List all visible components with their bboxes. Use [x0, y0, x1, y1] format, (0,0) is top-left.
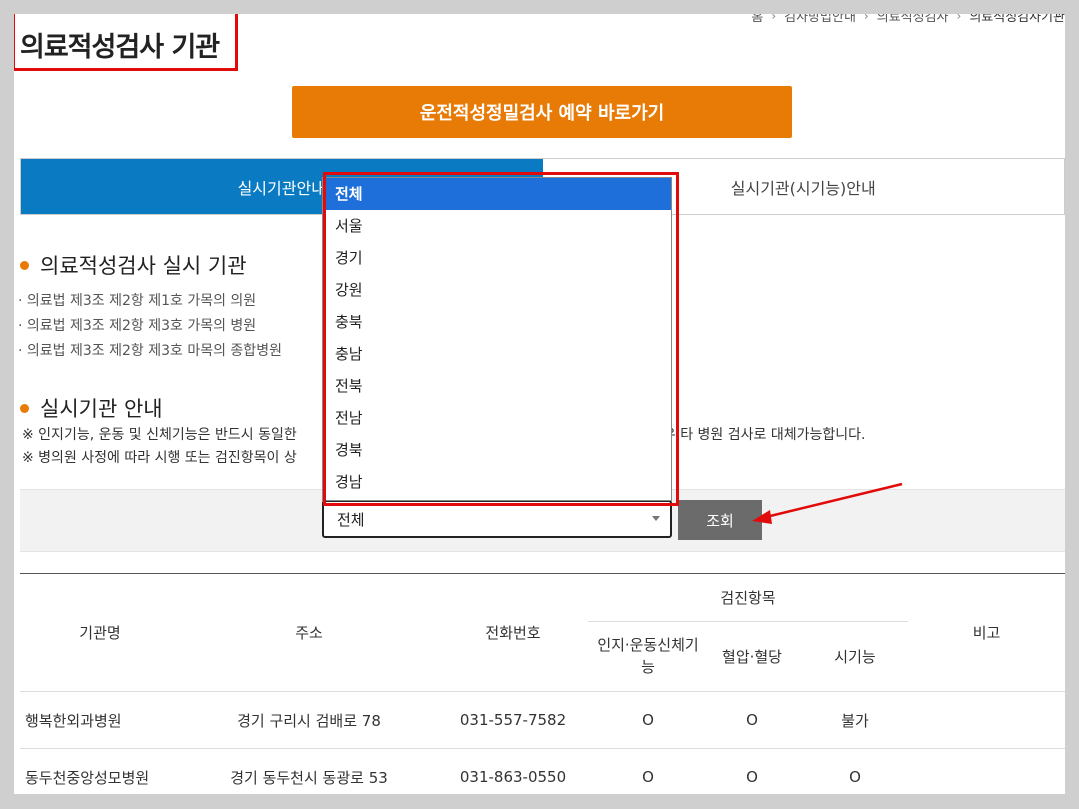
region-dropdown: 전체 서울 경기 강원 충북 충남 전북 전남 경북 경남	[322, 177, 672, 501]
notice-item: ※ 병의원 사정에 따라 시행 또는 검진항목이 상	[22, 450, 297, 466]
breadcrumb-item[interactable]: 의료적성검사	[877, 14, 949, 25]
header-vision: 시기능	[834, 647, 876, 666]
reserve-button[interactable]: 운전적성정밀검사 예약 바로가기	[292, 86, 792, 138]
dropdown-option[interactable]: 경남	[323, 466, 671, 498]
cell-phone: 031-557-7582	[459, 711, 567, 729]
cell-address: 경기 구리시 검배로 78	[237, 711, 381, 730]
cell-cognitive: O	[642, 711, 654, 729]
dropdown-option[interactable]: 충남	[323, 338, 671, 370]
dropdown-option[interactable]: 전남	[323, 402, 671, 434]
notice-item-tail: 경우 타 병원 검사로 대체가능합니다.	[650, 427, 866, 443]
dropdown-option[interactable]: 전체	[323, 178, 671, 210]
cell-address: 경기 동두천시 동광로 53	[230, 768, 388, 787]
list-item: · 의료법 제3조 제2항 제3호 마목의 종합병원	[18, 343, 282, 359]
breadcrumb-item[interactable]: 검사방법안내	[784, 14, 856, 25]
cell-name: 동두천중앙성모병원	[25, 768, 150, 787]
dropdown-option[interactable]: 전북	[323, 370, 671, 402]
section-heading-text: 실시기관 안내	[40, 397, 163, 421]
page-title: 의료적성검사 기관	[20, 32, 220, 63]
dropdown-option[interactable]: 경기	[323, 242, 671, 274]
caret-down-icon	[652, 516, 660, 521]
institution-table: 기관명 주소 전화번호 검진항목 인지·운동신체기능 혈압·혈당 시기능 비고 …	[20, 573, 1065, 794]
section-heading-institutions: 의료적성검사 실시 기관	[20, 250, 247, 280]
notice-list: ※ 인지기능, 운동 및 신체기능은 반드시 동일한 ※ 병의원 사정에 따라 …	[22, 424, 297, 470]
cell-note	[908, 692, 1065, 748]
header-phone: 전화번호	[485, 624, 541, 642]
dropdown-option[interactable]: 경북	[323, 434, 671, 466]
cell-name: 행복한외과병원	[25, 711, 122, 730]
list-item: · 의료법 제3조 제2항 제3호 가목의 병원	[18, 318, 257, 334]
chevron-right-icon: ›	[956, 14, 962, 23]
chevron-right-icon: ›	[771, 14, 777, 23]
header-name: 기관명	[79, 624, 121, 642]
table-header: 기관명 주소 전화번호 검진항목 인지·운동신체기능 혈압·혈당 시기능 비고	[20, 574, 1065, 692]
header-cognitive: 인지·운동신체기능	[597, 636, 699, 676]
table-row: 행복한외과병원 경기 구리시 검배로 78 031-557-7582 O O 불…	[20, 692, 1065, 749]
cell-vision: 불가	[841, 711, 869, 730]
table-row: 동두천중앙성모병원 경기 동두천시 동광로 53 031-863-0550 O …	[20, 749, 1065, 794]
bullet-icon	[20, 403, 29, 413]
region-select-value: 전체	[337, 510, 365, 529]
cell-phone: 031-863-0550	[459, 768, 567, 786]
breadcrumb: 홈 › 검사방법안내 › 의료적성검사 › 의료적성검사기관	[751, 14, 1065, 25]
cell-vision: O	[849, 768, 861, 786]
breadcrumb-home[interactable]: 홈	[751, 14, 763, 25]
dropdown-option[interactable]: 충북	[323, 306, 671, 338]
cell-blood: O	[746, 768, 758, 786]
cell-blood: O	[746, 711, 758, 729]
dropdown-option[interactable]: 서울	[323, 210, 671, 242]
section-heading-guide: 실시기관 안내	[20, 393, 163, 423]
law-list: · 의료법 제3조 제2항 제1호 가목의 의원 · 의료법 제3조 제2항 제…	[18, 289, 282, 364]
chevron-right-icon: ›	[863, 14, 869, 23]
header-address: 주소	[295, 624, 323, 642]
section-heading-text: 의료적성검사 실시 기관	[40, 254, 247, 278]
notice-item: ※ 인지기능, 운동 및 신체기능은 반드시 동일한	[22, 427, 297, 443]
page: 홈 › 검사방법안내 › 의료적성검사 › 의료적성검사기관 의료적성검사 기관…	[14, 14, 1065, 794]
cell-cognitive: O	[642, 768, 654, 786]
header-exam-items: 검진항목	[720, 589, 776, 607]
bullet-icon	[20, 260, 29, 270]
header-note: 비고	[972, 624, 1001, 642]
header-blood: 혈압·혈당	[722, 647, 782, 666]
region-select[interactable]: 전체	[322, 500, 672, 538]
list-item: · 의료법 제3조 제2항 제1호 가목의 의원	[18, 293, 257, 309]
search-button[interactable]: 조회	[678, 500, 762, 540]
breadcrumb-current: 의료적성검사기관	[969, 14, 1065, 25]
dropdown-option[interactable]: 강원	[323, 274, 671, 306]
cell-note	[908, 749, 1065, 794]
